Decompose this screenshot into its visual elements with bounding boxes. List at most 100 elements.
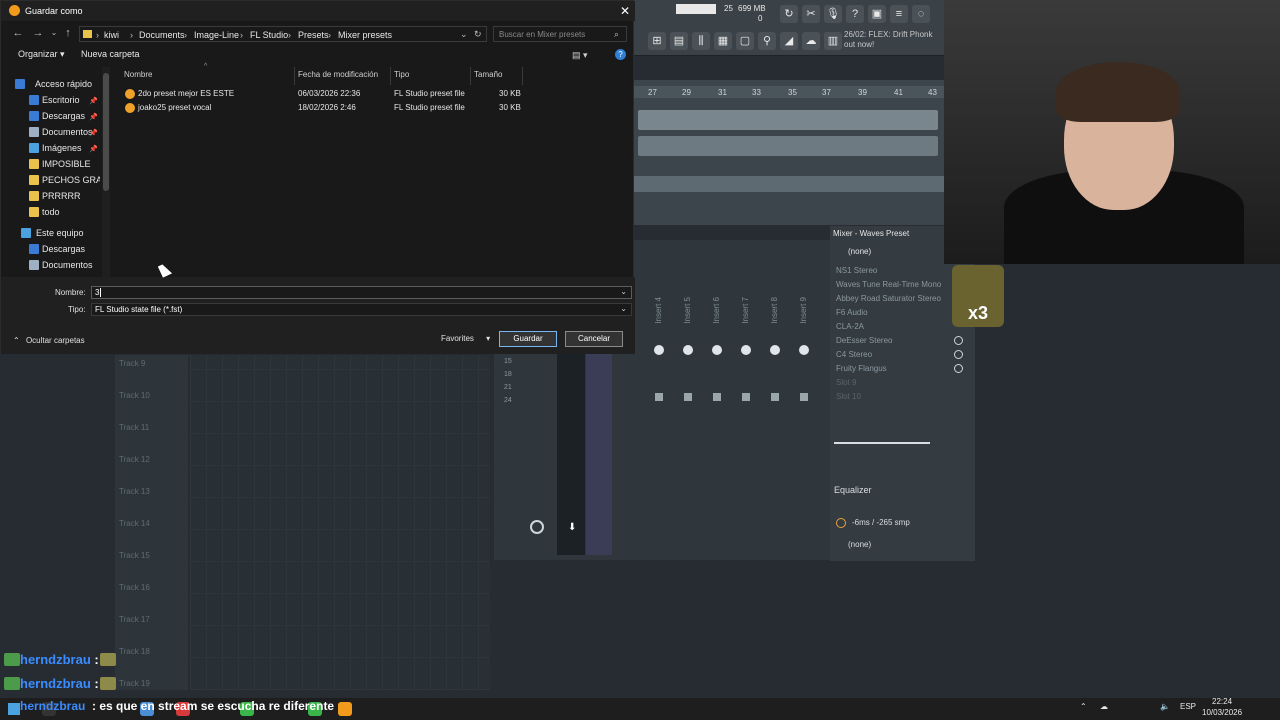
piano-roll-icon[interactable]: ▤ (670, 32, 688, 50)
highlight-strip[interactable] (586, 350, 612, 555)
clock-time[interactable]: 22:24 (1212, 697, 1232, 706)
track-label[interactable]: Track 9 (119, 359, 145, 368)
breadcrumb-item[interactable]: Image-Line (194, 30, 239, 40)
volume-icon[interactable]: 🔈 (1160, 702, 1170, 711)
effect-slot[interactable]: C4 Stereo (836, 350, 956, 359)
breadcrumb-item[interactable]: Mixer presets (338, 30, 392, 40)
channel-rack-icon[interactable]: ▦ (714, 32, 732, 50)
pan-knob[interactable] (741, 345, 751, 355)
pan-knob[interactable] (712, 345, 722, 355)
track-label[interactable]: Track 17 (119, 615, 150, 624)
audio-clip[interactable] (638, 110, 938, 130)
help-icon[interactable]: ? (615, 49, 626, 60)
file-row[interactable]: 2do preset mejor ES ESTE 06/03/2026 22:3… (119, 87, 523, 101)
tempo-icon[interactable]: ◢ (780, 32, 798, 50)
chat-icon[interactable]: ◌ (912, 5, 930, 23)
effect-slot[interactable]: Slot 9 (836, 378, 956, 387)
effect-slot[interactable]: F6 Audio (836, 308, 956, 317)
save-icon[interactable]: ▣ (868, 5, 886, 23)
cloud-icon[interactable]: ☁ (1100, 702, 1108, 711)
effect-slot[interactable]: Fruity Flangus (836, 364, 956, 373)
volume-fader[interactable] (800, 393, 808, 401)
effect-slot[interactable]: Waves Tune Real-Time Mono (836, 280, 956, 289)
volume-fader[interactable] (742, 393, 750, 401)
slot-toggle[interactable] (954, 364, 963, 373)
sliders-icon[interactable]: ≡ (890, 5, 908, 23)
nav-scrollbar[interactable] (102, 67, 110, 277)
chevron-down-icon[interactable]: ⌄ (620, 287, 627, 296)
refresh-icon[interactable]: ↻ (474, 29, 482, 40)
column-header-date[interactable]: Fecha de modificación (298, 70, 378, 88)
recent-dropdown-icon[interactable]: ⌄ (47, 25, 61, 41)
track-label[interactable]: Track 10 (119, 391, 150, 400)
preset-selector[interactable]: (none) (848, 247, 871, 256)
insert-strip[interactable]: Insert 8 (762, 285, 788, 555)
slot-toggle[interactable] (954, 350, 963, 359)
up-icon[interactable]: ↑ (61, 25, 75, 41)
track-label[interactable]: Track 12 (119, 455, 150, 464)
insert-strip[interactable]: Insert 7 (733, 285, 759, 555)
breadcrumb-item[interactable]: kiwi (104, 30, 119, 40)
breadcrumb-item[interactable]: Presets (298, 30, 329, 40)
playlist-grid[interactable] (190, 355, 490, 690)
insert-strip[interactable]: Insert 6 (704, 285, 730, 555)
track-label[interactable]: Track 11 (119, 423, 149, 432)
effect-slot[interactable]: CLA-2A (836, 322, 956, 331)
filetype-select[interactable]: FL Studio state file (*.fst) ⌄ (91, 303, 632, 316)
undo-icon[interactable]: ↻ (780, 5, 798, 23)
navigation-pane[interactable]: Acceso rápido Escritorio Descargas Docum… (1, 67, 111, 277)
column-divider[interactable] (294, 67, 295, 85)
volume-fader[interactable] (771, 393, 779, 401)
pan-knob[interactable] (770, 345, 780, 355)
save-button[interactable]: Guardar (499, 331, 557, 347)
output-selector[interactable]: (none) (848, 540, 871, 549)
send-arrow-icon[interactable]: ⬇ (568, 522, 576, 533)
slot-toggle[interactable] (954, 336, 963, 345)
cut-icon[interactable]: ✂ (802, 5, 820, 23)
stereo-sep-slider[interactable] (834, 442, 930, 444)
store-icon[interactable]: ▥ (824, 32, 842, 50)
latency-icon[interactable] (836, 518, 846, 528)
audio-clip[interactable] (638, 136, 938, 156)
track-label[interactable]: Track 16 (119, 583, 150, 592)
search-icon[interactable]: ⌕ (614, 29, 619, 40)
volume-fader[interactable] (684, 393, 692, 401)
view-options-icon[interactable]: ▤ ▾ (572, 50, 588, 61)
effect-slot[interactable]: DeEsser Stereo (836, 336, 956, 345)
volume-fader[interactable] (655, 393, 663, 401)
column-divider[interactable] (390, 67, 391, 85)
effect-slot[interactable]: Slot 10 (836, 392, 956, 401)
chevron-down-icon[interactable]: ⌄ (620, 304, 627, 313)
favorites-dropdown[interactable]: Favorites ▾ (441, 334, 490, 343)
organize-button[interactable]: Organizar ▾ (18, 49, 65, 60)
playlist-icon[interactable]: ⊞ (648, 32, 666, 50)
send-knob-icon[interactable] (530, 520, 544, 534)
column-header-name[interactable]: Nombre (124, 70, 152, 88)
effect-slot[interactable]: Abbey Road Saturator Stereo (836, 294, 956, 303)
cancel-button[interactable]: Cancelar (565, 331, 623, 347)
close-icon[interactable]: ✕ (617, 3, 633, 19)
address-dropdown-icon[interactable]: ⌄ (460, 29, 468, 40)
new-folder-button[interactable]: Nueva carpeta (81, 49, 140, 59)
clock-date[interactable]: 10/03/2026 (1202, 708, 1242, 717)
browser-icon[interactable]: ▢ (736, 32, 754, 50)
effect-slot[interactable]: NS1 Stereo (836, 266, 956, 275)
pan-knob[interactable] (799, 345, 809, 355)
tray-arrow-icon[interactable]: ⌃ (1080, 702, 1087, 711)
file-row[interactable]: joako25 preset vocal 18/02/2026 2:46 FL … (119, 101, 523, 115)
news-ticker[interactable]: 26/02: FLEX: Drift Phonk out now! (844, 30, 933, 50)
playlist-area[interactable]: 27 29 31 33 35 37 39 41 43 (634, 80, 944, 225)
insert-strip[interactable]: Insert 4 (646, 285, 672, 555)
pan-knob[interactable] (654, 345, 664, 355)
column-header-size[interactable]: Tamaño (474, 70, 502, 88)
plugin-icon[interactable]: ⚲ (758, 32, 776, 50)
volume-fader[interactable] (713, 393, 721, 401)
breadcrumb-item[interactable]: Documents (139, 30, 185, 40)
mixer-icon[interactable]: ⫼ (692, 32, 710, 50)
column-divider[interactable] (470, 67, 471, 85)
column-header-type[interactable]: Tipo (394, 70, 409, 88)
mic-icon[interactable]: 🎙 (824, 5, 842, 23)
breadcrumb-item[interactable]: FL Studio (250, 30, 288, 40)
insert-strip[interactable]: Insert 9 (791, 285, 817, 555)
search-box[interactable]: Buscar en Mixer presets ⌕ (493, 26, 627, 42)
